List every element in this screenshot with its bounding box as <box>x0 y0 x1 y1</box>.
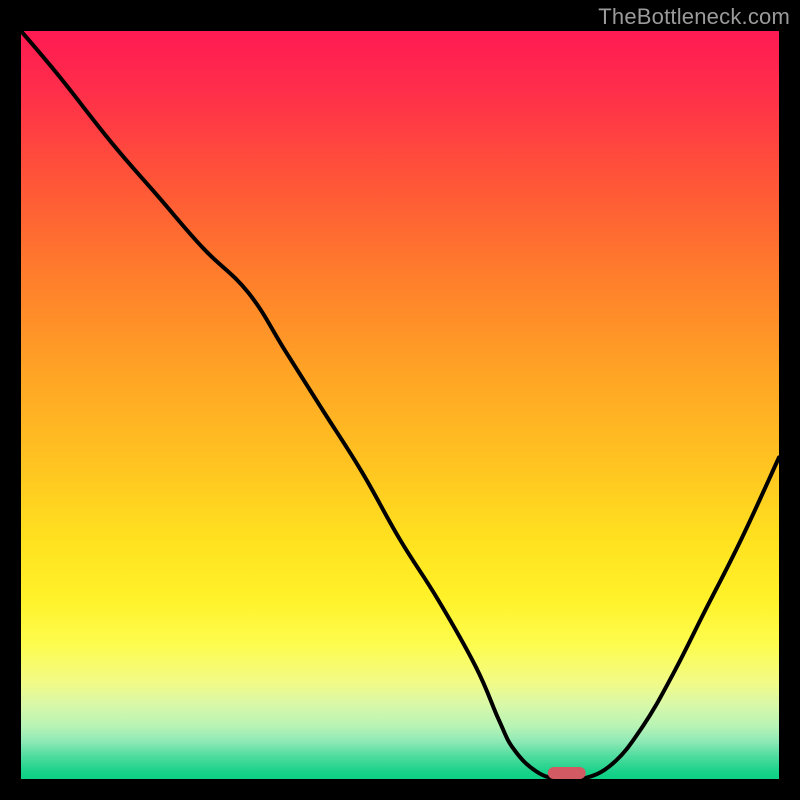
attribution-watermark: TheBottleneck.com <box>598 4 790 30</box>
plot-area <box>21 31 779 779</box>
chart-frame: TheBottleneck.com <box>0 0 800 800</box>
curve-svg <box>21 31 779 779</box>
optimum-marker <box>548 767 586 779</box>
bottleneck-curve <box>21 31 779 779</box>
